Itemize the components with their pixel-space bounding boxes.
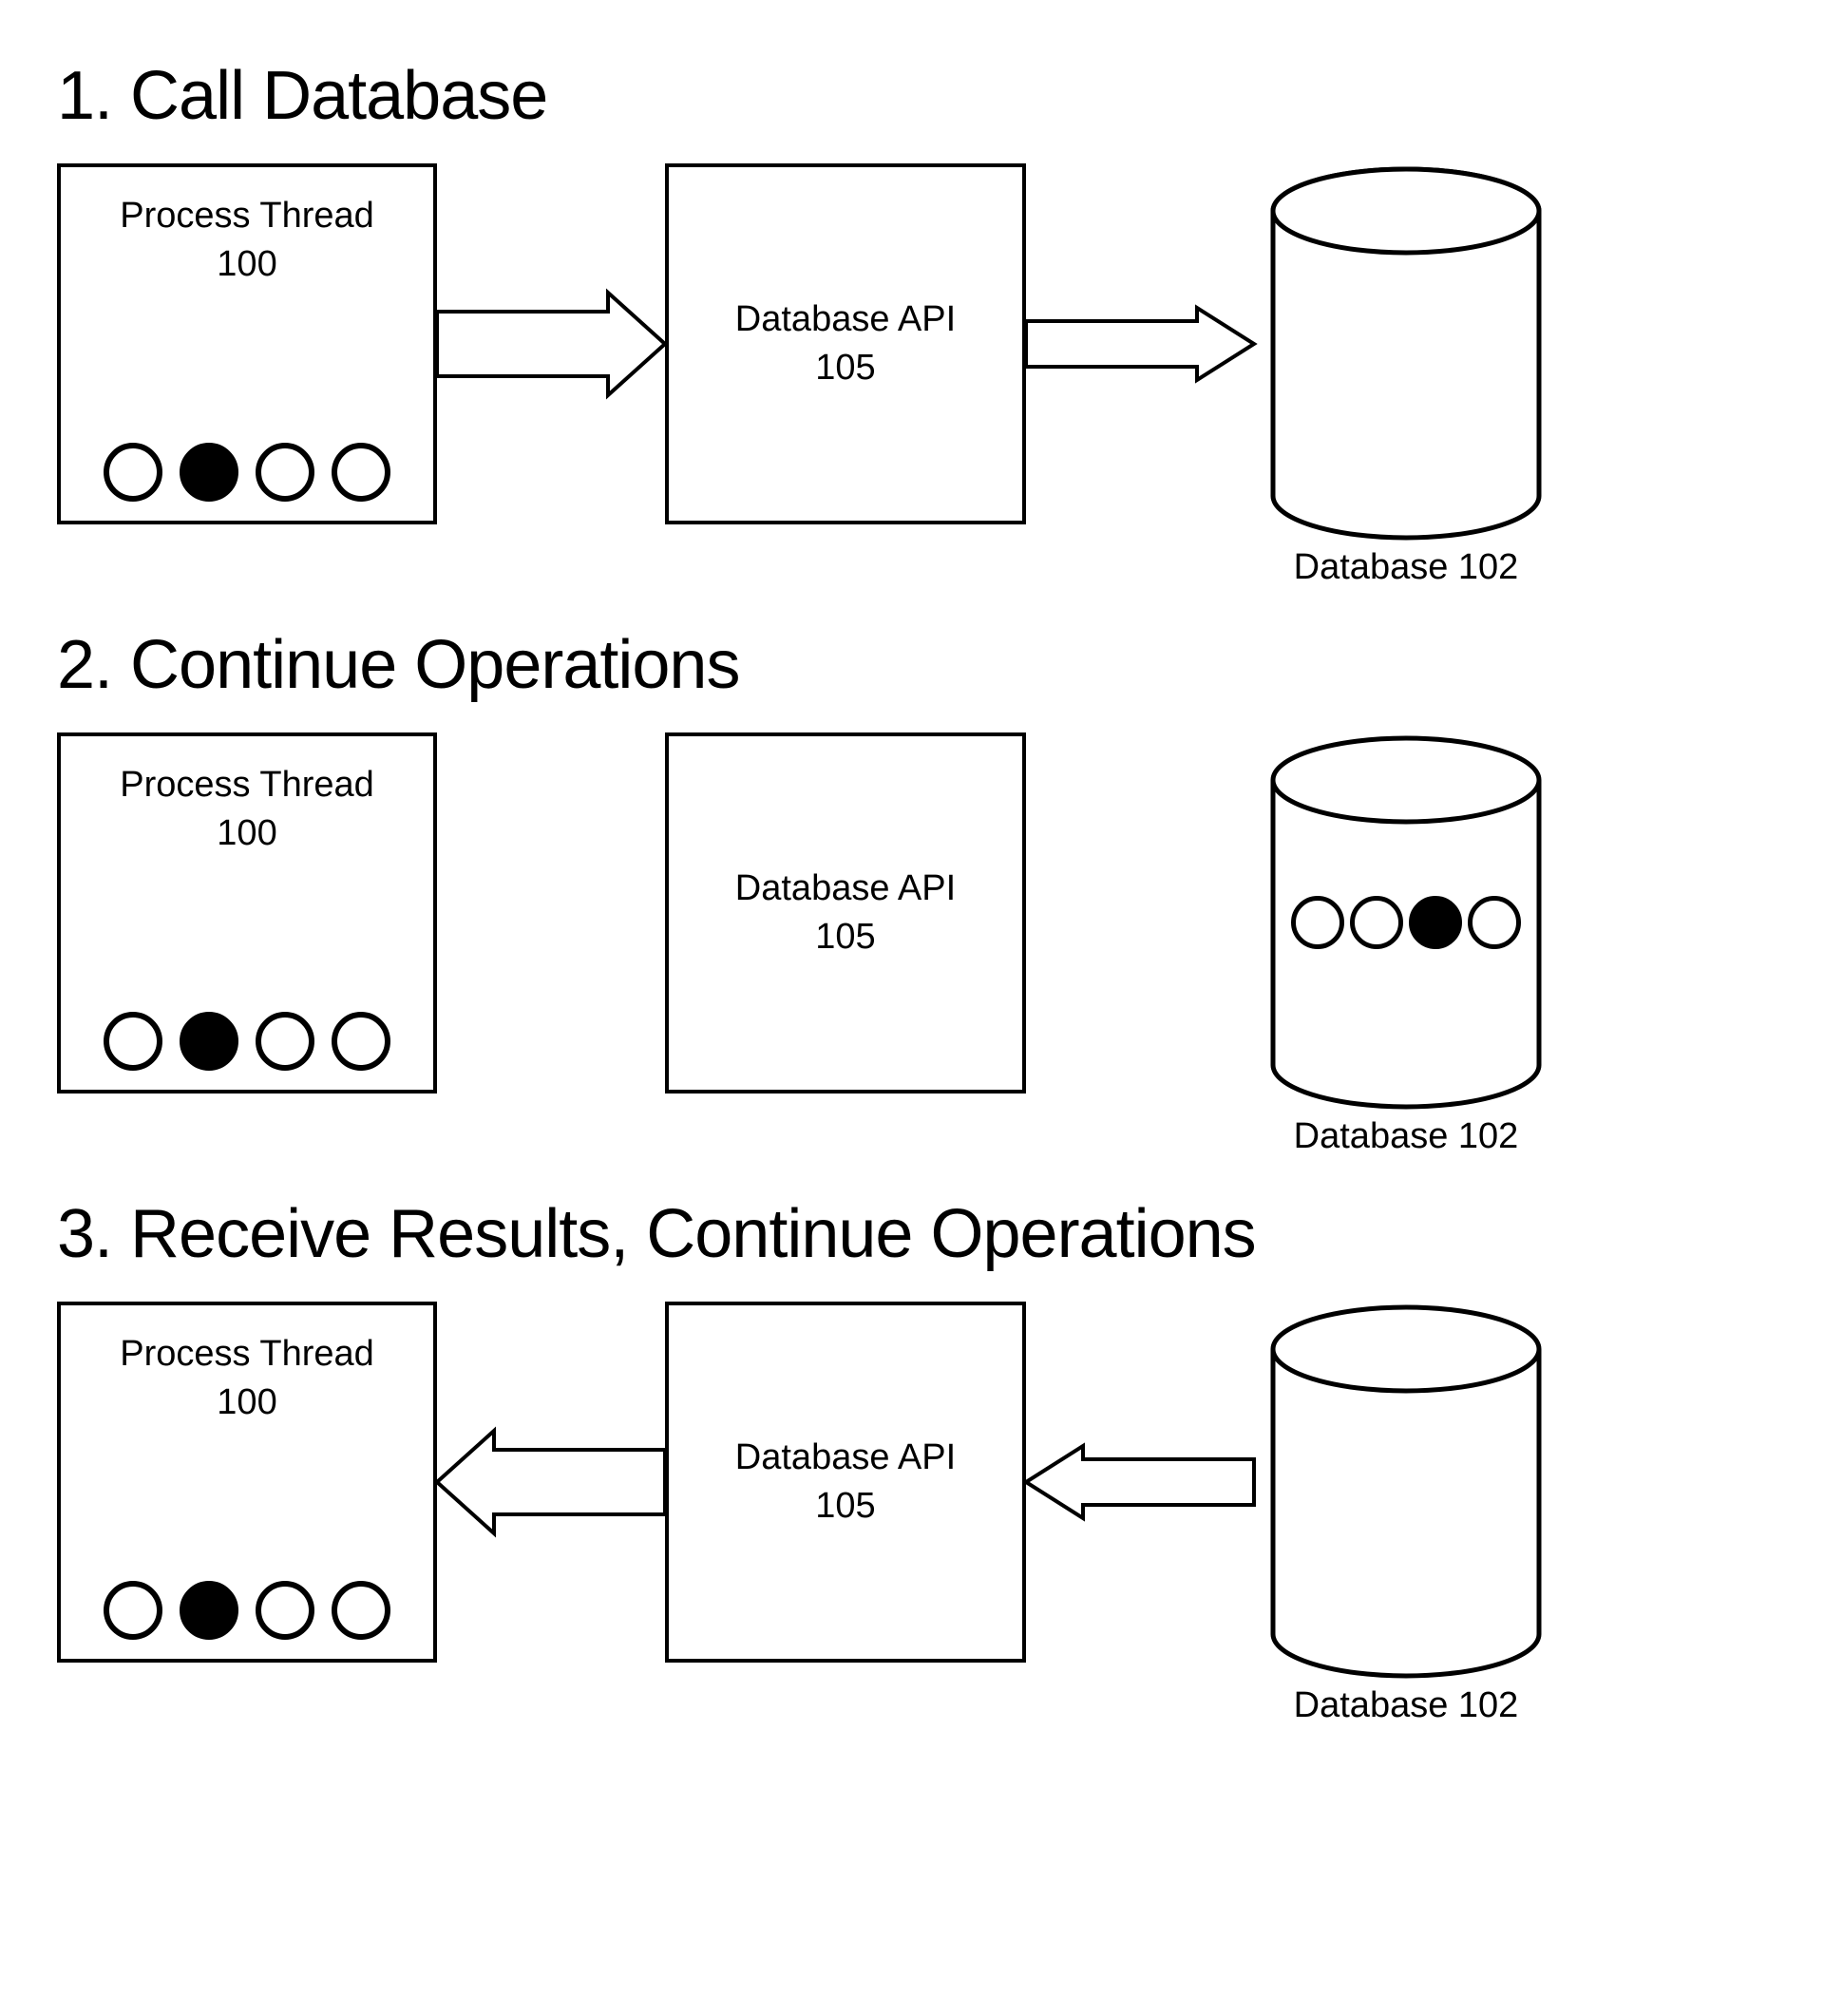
thread-circle bbox=[180, 1012, 238, 1071]
arrow-process-to-api-1 bbox=[437, 163, 665, 524]
database-cylinder-3: Database 102 bbox=[1254, 1302, 1558, 1726]
thread-circle bbox=[180, 1581, 238, 1640]
process-circles-3 bbox=[61, 1581, 433, 1640]
database-api-box-3: Database API 105 bbox=[665, 1302, 1026, 1663]
database-cylinder-1: Database 102 bbox=[1254, 163, 1558, 588]
process-thread-box-2: Process Thread 100 bbox=[57, 732, 437, 1094]
thread-circle bbox=[332, 1581, 390, 1640]
database-api-box-1: Database API 105 bbox=[665, 163, 1026, 524]
api-name: Database API bbox=[735, 1437, 956, 1477]
process-thread-name: Process Thread bbox=[120, 196, 374, 236]
thread-circle bbox=[104, 1581, 162, 1640]
db-circle bbox=[1350, 896, 1403, 949]
database-circles bbox=[1291, 896, 1521, 949]
process-thread-name: Process Thread bbox=[120, 765, 374, 805]
process-thread-box-3: Process Thread 100 bbox=[57, 1302, 437, 1663]
database-label-1: Database 102 bbox=[1254, 547, 1558, 588]
api-id: 105 bbox=[815, 1486, 875, 1526]
process-thread-name: Process Thread bbox=[120, 1334, 374, 1374]
thread-circle bbox=[332, 443, 390, 502]
section-2-title: 2. Continue Operations bbox=[57, 626, 1767, 704]
process-thread-id: 100 bbox=[217, 813, 276, 853]
section-1-title: 1. Call Database bbox=[57, 57, 1767, 135]
api-id: 105 bbox=[815, 348, 875, 388]
thread-circle bbox=[256, 1581, 314, 1640]
spacer-2a bbox=[437, 732, 665, 1094]
database-api-box-2: Database API 105 bbox=[665, 732, 1026, 1094]
process-circles-1 bbox=[61, 443, 433, 502]
process-thread-id: 100 bbox=[217, 244, 276, 284]
database-label-2: Database 102 bbox=[1254, 1116, 1558, 1157]
api-id: 105 bbox=[815, 917, 875, 957]
thread-circle bbox=[104, 1012, 162, 1071]
thread-circle bbox=[104, 443, 162, 502]
process-thread-box-1: Process Thread 100 bbox=[57, 163, 437, 524]
arrow-db-to-api-3 bbox=[1026, 1302, 1254, 1663]
thread-circle bbox=[332, 1012, 390, 1071]
api-name: Database API bbox=[735, 299, 956, 339]
process-thread-id: 100 bbox=[217, 1382, 276, 1422]
row-2: Process Thread 100 Database API 105 Data… bbox=[57, 732, 1767, 1157]
db-circle bbox=[1468, 896, 1521, 949]
db-circle bbox=[1409, 896, 1462, 949]
section-3-title: 3. Receive Results, Continue Operations bbox=[57, 1195, 1767, 1273]
thread-circle bbox=[180, 443, 238, 502]
database-cylinder-2: Database 102 bbox=[1254, 732, 1558, 1157]
arrow-api-to-process-3 bbox=[437, 1302, 665, 1663]
thread-circle bbox=[256, 1012, 314, 1071]
process-circles-2 bbox=[61, 1012, 433, 1071]
database-label-3: Database 102 bbox=[1254, 1685, 1558, 1726]
row-1: Process Thread 100 Database API 105 bbox=[57, 163, 1767, 588]
api-name: Database API bbox=[735, 868, 956, 908]
row-3: Process Thread 100 Database API 105 Dat bbox=[57, 1302, 1767, 1726]
arrow-api-to-db-1 bbox=[1026, 163, 1254, 524]
spacer-2b bbox=[1026, 732, 1254, 1094]
thread-circle bbox=[256, 443, 314, 502]
db-circle bbox=[1291, 896, 1344, 949]
